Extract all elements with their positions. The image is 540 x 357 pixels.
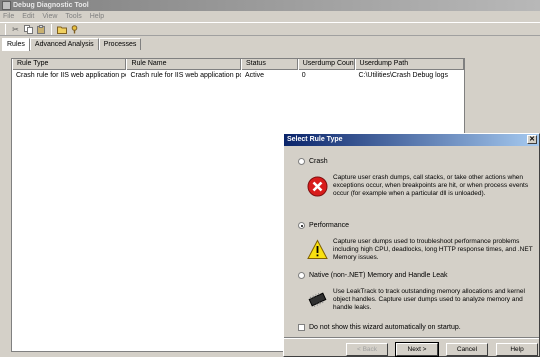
paste-icon[interactable] [36,24,47,35]
option-description-performance: Capture user dumps used to troubleshoot … [333,238,533,261]
column-header-userdump-path[interactable]: Userdump Path [354,59,465,70]
radio-option-native-memory-leak[interactable]: Native (non-.NET) Memory and Handle Leak [298,272,448,279]
back-button[interactable]: < Back [346,343,388,356]
cell-rule-name: Crash rule for IIS web application poo..… [130,72,241,79]
column-header-userdump-count[interactable]: Userdump Count [297,59,355,70]
startup-wizard-checkbox-row[interactable]: Do not show this wizard automatically on… [298,324,461,331]
dialog-title-bar: Select Rule Type ✕ [284,134,539,146]
menu-bar: File Edit View Tools Help [0,11,540,22]
column-header-rule-name[interactable]: Rule Name [126,59,241,70]
dialog-button-row: < Back Next > Cancel Help [346,342,538,357]
radio-label-native-memory-leak: Native (non-.NET) Memory and Handle Leak [309,272,448,279]
radio-label-performance: Performance [309,222,350,229]
cancel-button[interactable]: Cancel [446,343,488,356]
menu-help[interactable]: Help [90,11,104,22]
radio-performance[interactable] [298,222,305,229]
tab-strip: Rules Advanced Analysis Processes [2,38,142,51]
table-row[interactable]: Crash rule for IIS web application poo..… [12,70,464,81]
toolbar-separator [51,23,52,35]
menu-file[interactable]: File [3,11,14,22]
dialog-body: Crash Capture user crash dumps, call sta… [284,146,539,357]
toolbar: ✂ [0,22,540,36]
radio-crash[interactable] [298,158,305,165]
cell-userdump-path: C:\Utilities\Crash Debug logs [358,72,448,79]
rules-list-header: Rule Type Rule Name Status Userdump Coun… [12,59,465,70]
radio-option-performance[interactable]: Performance [298,222,349,229]
column-header-rule-type[interactable]: Rule Type [12,59,127,70]
memory-chip-icon [307,289,328,310]
cell-status: Active [244,72,265,79]
help-icon[interactable] [69,24,80,35]
cell-rule-type: Crash rule for IIS web application poo..… [16,72,127,79]
app-icon [2,1,11,10]
window-title: Debug Diagnostic Tool [13,2,89,9]
dialog-title: Select Rule Type [287,136,343,143]
dont-show-wizard-checkbox[interactable] [298,324,305,331]
folder-icon[interactable] [56,24,67,35]
radio-label-crash: Crash [309,158,328,165]
menu-edit[interactable]: Edit [22,11,34,22]
error-icon [307,176,328,197]
dialog-divider [284,337,539,339]
cut-icon[interactable]: ✂ [10,24,21,35]
radio-native-memory-leak[interactable] [298,272,305,279]
menu-view[interactable]: View [42,11,57,22]
tab-processes[interactable]: Processes [98,38,142,50]
close-icon[interactable]: ✕ [527,135,537,144]
option-description-crash: Capture user crash dumps, call stacks, o… [333,174,529,197]
select-rule-type-dialog: Select Rule Type ✕ Crash Capture user cr… [283,133,540,357]
copy-icon[interactable] [23,24,34,35]
warning-icon [307,239,328,260]
tab-advanced-analysis[interactable]: Advanced Analysis [29,38,99,50]
column-header-status[interactable]: Status [240,59,298,70]
menu-tools[interactable]: Tools [65,11,81,22]
cell-userdump-count: 0 [301,72,306,79]
help-button[interactable]: Help [496,343,538,356]
next-button[interactable]: Next > [395,342,439,357]
dont-show-wizard-label: Do not show this wizard automatically on… [309,324,461,331]
title-bar: Debug Diagnostic Tool [0,0,540,11]
toolbar-separator [5,23,6,35]
radio-option-crash[interactable]: Crash [298,158,328,165]
option-description-native-memory-leak: Use LeakTrack to track outstanding memor… [333,288,525,311]
tab-rules[interactable]: Rules [2,38,30,51]
